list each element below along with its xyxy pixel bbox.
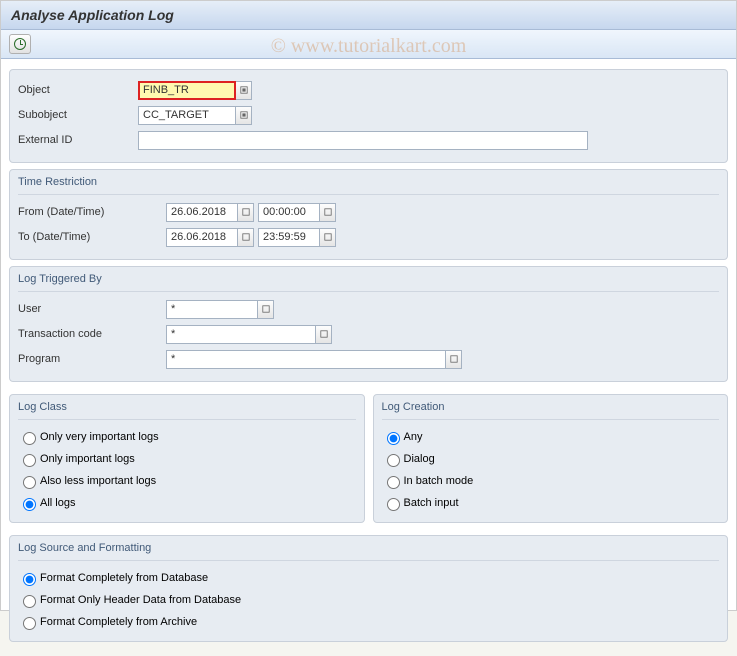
object-label: Object [18,84,138,96]
log-source-group: Log Source and Formatting Format Complet… [9,535,728,642]
radio-label: Format Only Header Data from Database [40,594,241,606]
log-class-title: Log Class [18,401,356,413]
user-f4-button[interactable] [258,300,274,319]
radio-label: Batch input [404,497,459,509]
from-time-f4-button[interactable] [320,203,336,222]
to-date-f4-button[interactable] [238,228,254,247]
log-creation-opt2[interactable]: Dialog [382,448,720,470]
window-title: Analyse Application Log [1,1,736,30]
radio-label: Format Completely from Archive [40,616,197,628]
from-date-input[interactable] [166,203,238,222]
log-class-group: Log Class Only very important logs Only … [9,394,365,523]
search-help-icon [242,208,250,216]
program-input[interactable] [166,350,446,369]
log-creation-title: Log Creation [382,401,720,413]
time-restriction-title: Time Restriction [18,176,719,188]
radio-label: Dialog [404,453,435,465]
log-class-opt2[interactable]: Only important logs [18,448,356,470]
log-source-opt3[interactable]: Format Completely from Archive [18,611,719,633]
radio-label: Only very important logs [40,431,159,443]
from-date-f4-button[interactable] [238,203,254,222]
radio-label: All logs [40,497,75,509]
search-help-icon [240,111,248,119]
object-f4-button[interactable] [236,81,252,100]
user-label: User [18,303,166,315]
radio-label: Also less important logs [40,475,156,487]
execute-button[interactable] [9,34,31,54]
search-help-icon [262,305,270,313]
program-f4-button[interactable] [446,350,462,369]
program-label: Program [18,353,166,365]
tcode-f4-button[interactable] [316,325,332,344]
externalid-input[interactable] [138,131,588,150]
search-help-icon [324,208,332,216]
log-triggered-title: Log Triggered By [18,273,719,285]
log-creation-opt4[interactable]: Batch input [382,492,720,514]
to-time-input[interactable] [258,228,320,247]
subobject-label: Subobject [18,109,138,121]
radio-label: Any [404,431,423,443]
log-source-title: Log Source and Formatting [18,542,719,554]
search-help-icon [320,330,328,338]
log-creation-opt1[interactable]: Any [382,426,720,448]
log-triggered-group: Log Triggered By User Transaction code P… [9,266,728,382]
radio-label: Only important logs [40,453,135,465]
time-restriction-group: Time Restriction From (Date/Time) To (Da… [9,169,728,260]
object-input[interactable] [138,81,236,100]
log-creation-opt3[interactable]: In batch mode [382,470,720,492]
log-creation-group: Log Creation Any Dialog In batch mode Ba… [373,394,729,523]
search-help-icon [240,86,248,94]
object-group: Object Subobject External ID [9,69,728,163]
tcode-label: Transaction code [18,328,166,340]
subobject-input[interactable] [138,106,236,125]
search-help-icon [324,233,332,241]
search-help-icon [450,355,458,363]
from-time-input[interactable] [258,203,320,222]
log-class-opt1[interactable]: Only very important logs [18,426,356,448]
to-date-input[interactable] [166,228,238,247]
tcode-input[interactable] [166,325,316,344]
log-source-opt2[interactable]: Format Only Header Data from Database [18,589,719,611]
search-help-icon [242,233,250,241]
user-input[interactable] [166,300,258,319]
radio-label: In batch mode [404,475,474,487]
log-source-opt1[interactable]: Format Completely from Database [18,567,719,589]
log-class-opt4[interactable]: All logs [18,492,356,514]
subobject-f4-button[interactable] [236,106,252,125]
log-class-opt3[interactable]: Also less important logs [18,470,356,492]
to-time-f4-button[interactable] [320,228,336,247]
clock-icon [14,38,26,50]
from-label: From (Date/Time) [18,206,166,218]
radio-label: Format Completely from Database [40,572,208,584]
toolbar [1,30,736,59]
externalid-label: External ID [18,134,138,146]
to-label: To (Date/Time) [18,231,166,243]
